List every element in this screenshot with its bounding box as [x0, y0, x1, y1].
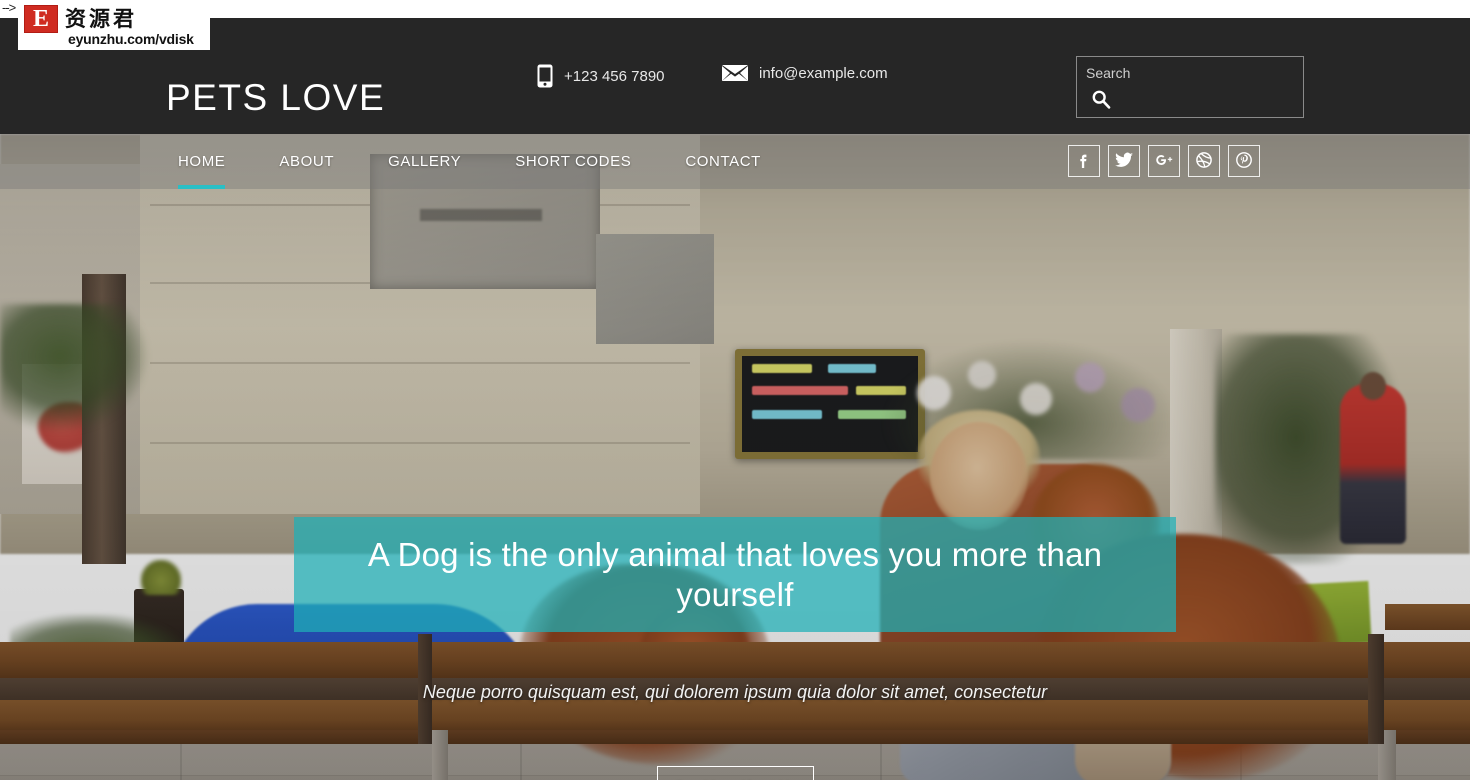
dribbble-icon [1195, 151, 1213, 172]
social-link-facebook[interactable] [1068, 145, 1100, 177]
watermark-letter: E [24, 4, 58, 33]
hero-headline-banner: A Dog is the only animal that loves you … [294, 517, 1176, 632]
nav-item-gallery[interactable]: GALLERY [388, 134, 461, 189]
nav-item-home[interactable]: HOME [178, 134, 226, 189]
hero-subtitle: Neque porro quisquam est, qui dolorem ip… [422, 682, 1048, 702]
search-box [1076, 56, 1304, 118]
nav-item-contact[interactable]: CONTACT [685, 134, 761, 189]
hero-section: A Dog is the only animal that loves you … [0, 134, 1470, 780]
search-input[interactable] [1086, 62, 1292, 84]
site-header: PETS LOVE +123 456 7890 info@example.com… [0, 18, 1470, 134]
social-link-google-plus[interactable] [1148, 145, 1180, 177]
nav-links: HOME ABOUT GALLERY SHORT CODES CONTACT [178, 134, 815, 189]
watermark-url: eyunzhu.com/vdisk [68, 30, 194, 47]
mobile-phone-icon [537, 64, 553, 88]
page-title: PETS LOVE [166, 77, 386, 118]
contact-phone-label: +123 456 7890 [564, 67, 665, 85]
social-link-twitter[interactable] [1108, 145, 1140, 177]
main-navigation-bar: HOME ABOUT GALLERY SHORT CODES CONTACT [0, 134, 1470, 189]
watermark-chinese-text: 资源君 [65, 6, 137, 31]
twitter-icon [1114, 151, 1134, 172]
pinterest-icon [1235, 151, 1253, 172]
search-submit-button[interactable] [1088, 87, 1114, 113]
facebook-icon [1075, 151, 1093, 172]
top-artifact-strip: --> [0, 0, 1470, 18]
google-plus-icon [1154, 151, 1174, 172]
nav-item-short-codes[interactable]: SHORT CODES [515, 134, 631, 189]
social-links [1068, 145, 1260, 177]
contact-email-label: info@example.com [759, 64, 888, 82]
html-comment-artifact: --> [2, 0, 16, 15]
contact-phone[interactable]: +123 456 7890 [537, 64, 665, 88]
hero-title: A Dog is the only animal that loves you … [367, 535, 1103, 613]
see-more-about-us-button[interactable]: See More About Us [657, 766, 814, 780]
watermark-logo: E 资源君 eyunzhu.com/vdisk [18, 0, 210, 50]
watermark-row: E 资源君 [24, 4, 206, 34]
social-link-dribbble[interactable] [1188, 145, 1220, 177]
page-root: --> PETS LOVE +123 456 7890 info@example… [0, 0, 1470, 780]
nav-item-about[interactable]: ABOUT [279, 134, 334, 189]
magnifier-icon [1091, 89, 1111, 112]
contact-email[interactable]: info@example.com [722, 64, 888, 82]
social-link-pinterest[interactable] [1228, 145, 1260, 177]
envelope-icon [722, 64, 748, 82]
